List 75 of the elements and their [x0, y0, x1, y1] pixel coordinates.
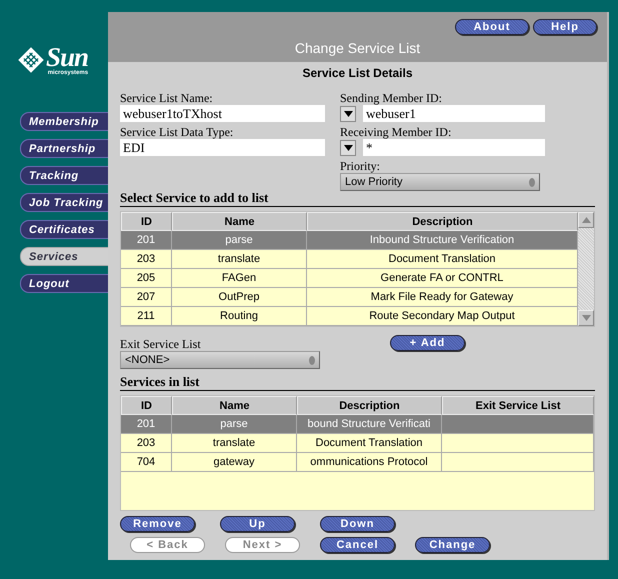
table-cell[interactable]: OutPrep [172, 288, 307, 307]
section-title: Service List Details [301, 66, 414, 82]
nav-tab[interactable]: Partnership [20, 139, 108, 158]
nav-tab[interactable]: Membership [20, 112, 108, 131]
section-heading: Select Service to add to list [120, 191, 595, 207]
field-label: Service List Data Type: [120, 125, 234, 139]
table-cell[interactable]: translate [172, 250, 307, 269]
table-cell[interactable]: Mark File Ready for Gateway [307, 288, 578, 307]
nav-tab[interactable]: Tracking [20, 166, 108, 185]
nav-tab[interactable]: Services [20, 247, 108, 266]
table-cell[interactable]: Routing [172, 307, 307, 326]
scroll-up-icon[interactable] [582, 217, 590, 223]
caret-icon [344, 144, 352, 150]
section-heading: Services in list [120, 375, 595, 391]
table-cell[interactable]: 203 [121, 250, 172, 269]
page-title: Change Service List [294, 40, 420, 56]
exit-list-select[interactable]: <NONE> [120, 351, 320, 369]
column-header: Exit Service List [442, 396, 594, 415]
scrollbar[interactable] [578, 212, 594, 326]
table-cell[interactable]: 201 [121, 415, 172, 434]
nav-tab[interactable]: Logout [20, 274, 108, 293]
table-cell[interactable]: 201 [121, 231, 172, 250]
table-cell[interactable]: Route Secondary Map Output [307, 307, 578, 326]
list-button[interactable]: Up [220, 516, 295, 532]
table-cell[interactable]: parse [172, 231, 307, 250]
input-field[interactable]: * [363, 139, 545, 156]
table-cell[interactable]: 704 [121, 453, 172, 472]
table-cell[interactable] [442, 415, 594, 434]
field-label: Service List Name: [120, 91, 214, 105]
nav-tab[interactable]: Job Tracking [20, 193, 108, 212]
logo-wordmark: Sun [46, 44, 88, 70]
scroll-down-icon[interactable] [582, 315, 590, 321]
table-cell[interactable]: bound Structure Verificati [297, 415, 442, 434]
field-label: Sending Member ID: [340, 91, 443, 105]
table-cell[interactable]: Generate FA or CONTRL [307, 269, 578, 288]
dropdown-button[interactable] [340, 106, 356, 122]
table-cell[interactable]: Document Translation [307, 250, 578, 269]
input-field[interactable]: webuser1 [363, 105, 545, 122]
table-cell[interactable]: FAGen [172, 269, 307, 288]
table-cell[interactable]: 207 [121, 288, 172, 307]
column-header: ID [121, 212, 172, 231]
knob-icon [309, 356, 315, 364]
column-header: Name [172, 212, 307, 231]
table-cell[interactable]: gateway [172, 453, 297, 472]
nav-button[interactable]: Change [415, 537, 490, 553]
list-button[interactable]: Remove [120, 516, 195, 532]
field-label: Exit Service List [120, 337, 202, 351]
add-button[interactable]: + Add [390, 335, 465, 351]
table-cell[interactable]: Document Translation [297, 434, 442, 453]
nav-button[interactable]: Cancel [320, 537, 395, 553]
table-cell[interactable]: Inbound Structure Verification [307, 231, 578, 250]
table-cell[interactable]: ommunications Protocol [297, 453, 442, 472]
table-cell[interactable]: 211 [121, 307, 172, 326]
column-header: Description [307, 212, 578, 231]
knob-icon [529, 178, 535, 186]
priority-select[interactable]: Low Priority [340, 173, 540, 191]
column-header: Description [297, 396, 442, 415]
input-field[interactable]: EDI [120, 139, 325, 156]
nav-tab[interactable]: Certificates [20, 220, 108, 239]
table-cell[interactable]: 205 [121, 269, 172, 288]
column-header: Name [172, 396, 297, 415]
table-cell[interactable] [442, 434, 594, 453]
help-button[interactable]: Help [533, 19, 597, 35]
column-header: ID [121, 396, 172, 415]
field-label: Receiving Member ID: [340, 125, 452, 139]
table-cell[interactable] [442, 453, 594, 472]
list-button[interactable]: Down [320, 516, 395, 532]
table-cell[interactable]: 203 [121, 434, 172, 453]
dropdown-button[interactable] [340, 140, 356, 156]
field-label: Priority: [340, 159, 382, 173]
caret-icon [344, 110, 352, 116]
about-button[interactable]: About [455, 19, 529, 35]
input-field[interactable]: webuser1toTXhost [120, 105, 325, 122]
table-cell[interactable]: parse [172, 415, 297, 434]
table-cell[interactable]: translate [172, 434, 297, 453]
